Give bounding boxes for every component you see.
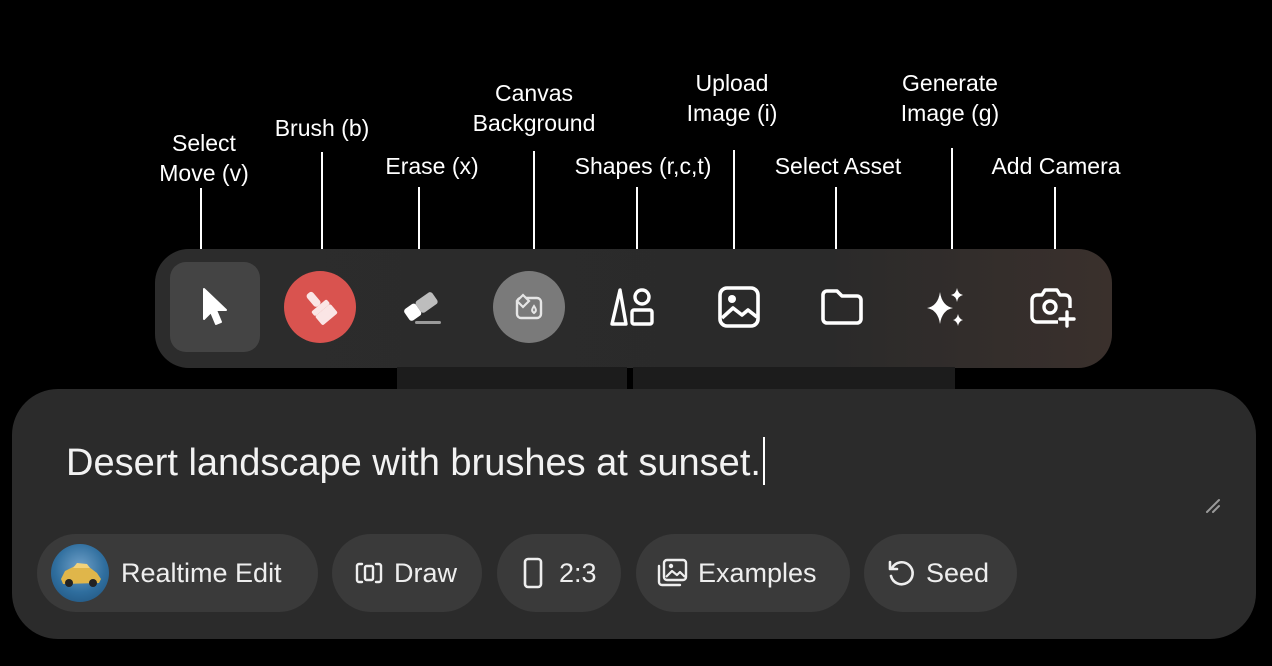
refresh-icon bbox=[886, 558, 916, 588]
leader-line bbox=[200, 188, 202, 257]
realtime-edit-button[interactable]: Realtime Edit bbox=[37, 534, 318, 612]
select-move-tool[interactable] bbox=[170, 262, 260, 352]
shapes-icon bbox=[610, 288, 654, 326]
toolbar-shadow bbox=[397, 367, 627, 391]
add-camera-tool[interactable] bbox=[1007, 262, 1097, 352]
callout-upload-image: Upload Image (i) bbox=[686, 70, 778, 126]
canvas-background-icon bbox=[515, 293, 543, 320]
cursor-icon bbox=[203, 288, 227, 325]
brush-tool[interactable] bbox=[275, 262, 365, 352]
brush-icon bbox=[306, 291, 338, 325]
split-view-icon bbox=[354, 561, 384, 585]
folder-icon bbox=[821, 289, 863, 325]
sparkles-icon bbox=[927, 288, 963, 326]
portrait-frame-icon bbox=[523, 557, 543, 589]
resize-handle-icon[interactable] bbox=[1203, 497, 1223, 515]
canvas-background-bg bbox=[493, 271, 565, 343]
callout-shapes: Shapes (r,c,t) bbox=[574, 153, 712, 179]
camera-plus-icon bbox=[1030, 288, 1076, 328]
generate-image-tool[interactable] bbox=[901, 262, 991, 352]
callout-brush: Brush (b) bbox=[274, 115, 370, 141]
select-asset-tool[interactable] bbox=[797, 262, 887, 352]
leader-line bbox=[321, 152, 323, 257]
gallery-icon bbox=[656, 558, 688, 588]
callout-select-move: Select Move (v) bbox=[159, 130, 249, 186]
canvas-background-tool[interactable] bbox=[484, 262, 574, 352]
leader-line bbox=[636, 187, 638, 257]
text-caret bbox=[762, 437, 765, 485]
leader-line bbox=[418, 187, 420, 257]
examples-label: Examples bbox=[698, 557, 817, 588]
seed-label: Seed bbox=[926, 557, 990, 588]
eraser-icon bbox=[404, 292, 441, 324]
realtime-edit-label: Realtime Edit bbox=[121, 557, 282, 588]
prompt-text: Desert landscape with brushes at sunset. bbox=[66, 442, 761, 484]
leader-line bbox=[951, 148, 953, 257]
callout-select-asset: Select Asset bbox=[774, 153, 902, 179]
leader-line bbox=[1054, 187, 1056, 257]
toolbar-shadow bbox=[633, 367, 955, 391]
leader-line bbox=[835, 187, 837, 257]
aspect-ratio-label: 2:3 bbox=[559, 557, 597, 588]
examples-button[interactable]: Examples bbox=[636, 534, 850, 612]
callout-canvas-background: Canvas Background bbox=[472, 80, 596, 136]
seed-button[interactable]: Seed bbox=[864, 534, 1017, 612]
erase-tool[interactable] bbox=[377, 262, 467, 352]
leader-line bbox=[533, 151, 535, 257]
prompt-input[interactable]: Desert landscape with brushes at sunset. bbox=[66, 437, 765, 485]
car-thumbnail-icon bbox=[61, 563, 101, 587]
image-icon bbox=[718, 286, 760, 328]
realtime-edit-thumbnail bbox=[51, 544, 109, 602]
draw-button[interactable]: Draw bbox=[332, 534, 482, 612]
callout-generate-image: Generate Image (g) bbox=[900, 70, 1000, 126]
callout-erase: Erase (x) bbox=[385, 153, 479, 179]
aspect-ratio-button[interactable]: 2:3 bbox=[497, 534, 621, 612]
brush-tool-bg bbox=[284, 271, 356, 343]
shapes-tool[interactable] bbox=[588, 262, 678, 352]
callout-add-camera: Add Camera bbox=[991, 153, 1121, 179]
draw-label: Draw bbox=[394, 557, 458, 588]
leader-line bbox=[733, 150, 735, 257]
upload-image-tool[interactable] bbox=[694, 262, 784, 352]
